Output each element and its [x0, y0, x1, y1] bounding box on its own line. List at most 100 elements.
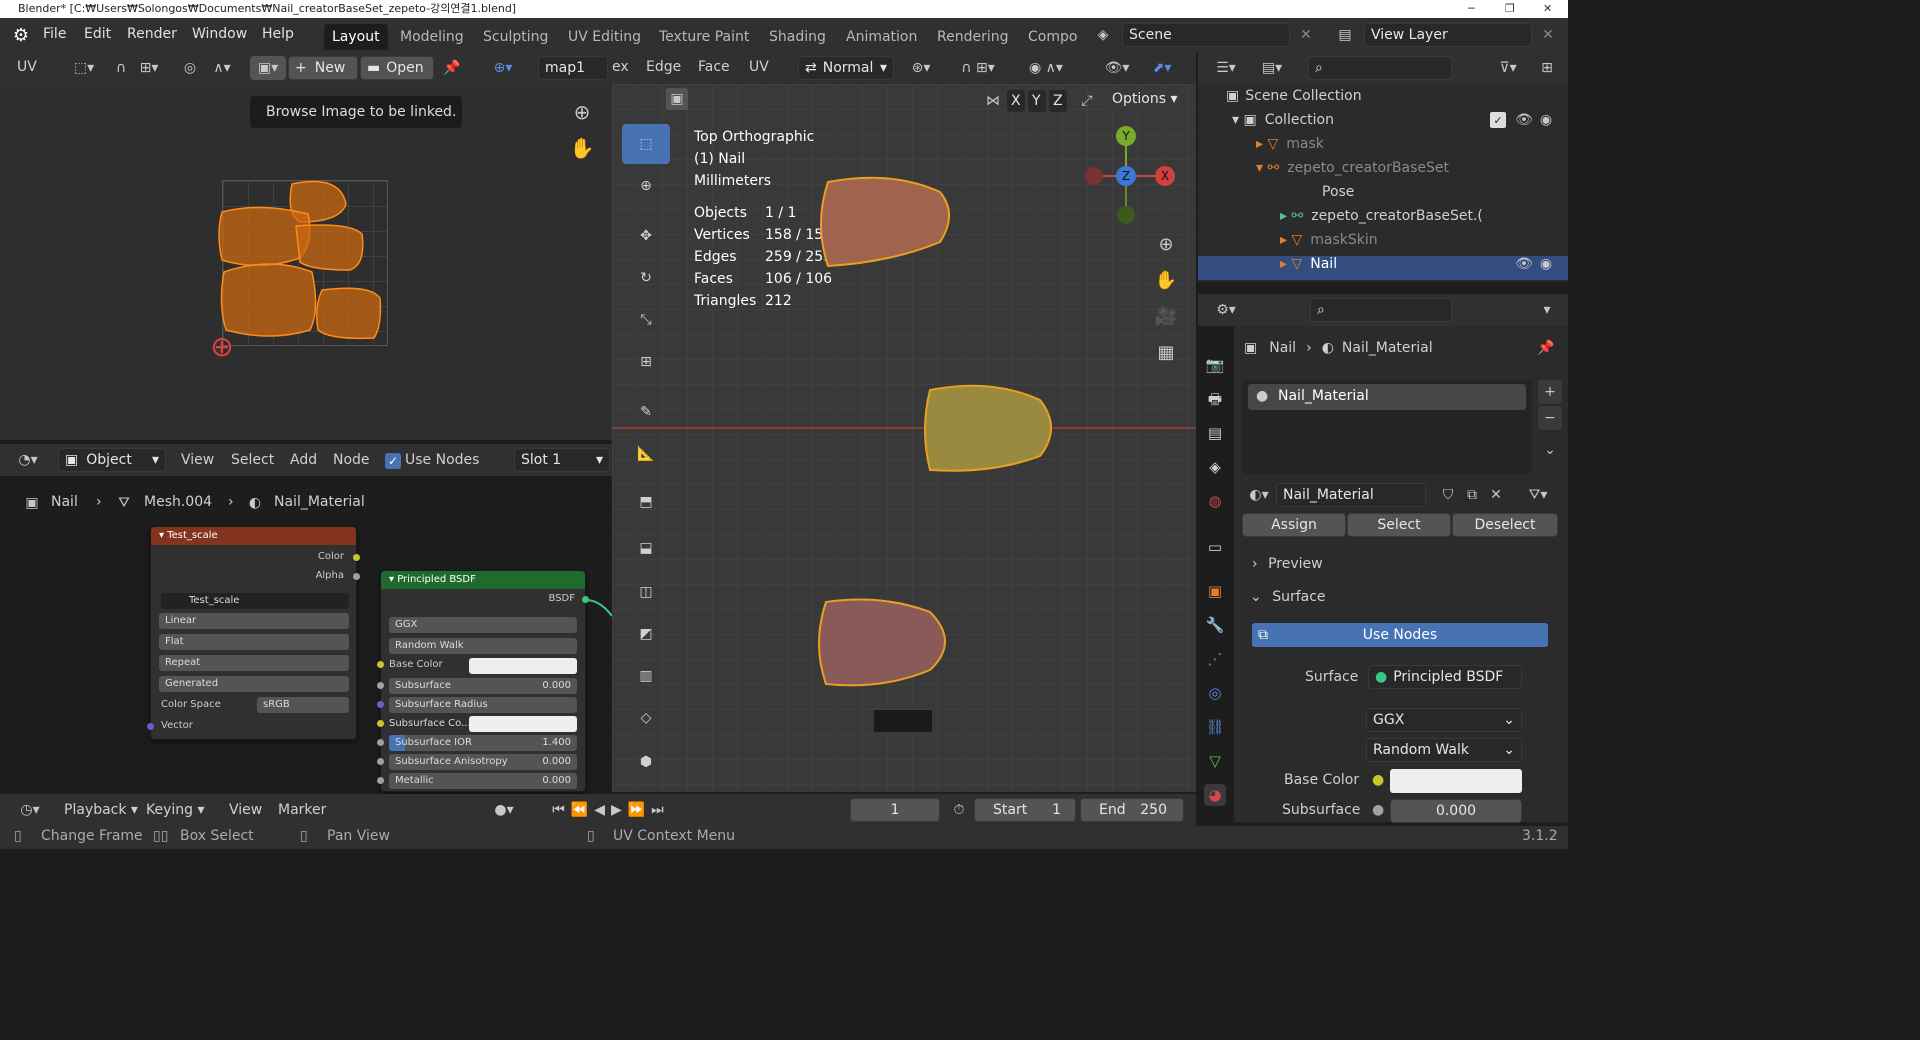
menu-file[interactable]: File	[43, 26, 66, 42]
tool-move-icon[interactable]: ✥	[622, 216, 670, 256]
collection-checkbox[interactable]: ✓	[1490, 112, 1506, 128]
auto-merge-icon[interactable]: ⤢	[1076, 90, 1098, 112]
surface-panel-header[interactable]: ⌄ Surface	[1250, 589, 1326, 605]
menu-help[interactable]: Help	[262, 26, 294, 42]
node-mode-dropdown[interactable]: ▣ Object ▾	[58, 448, 166, 472]
socket-input[interactable]	[377, 720, 384, 727]
tab-compositing[interactable]: Compo	[1020, 24, 1085, 50]
minimize-button[interactable]: ─	[1468, 0, 1475, 18]
image-browse-icon[interactable]: ▣▾	[250, 56, 286, 80]
menu-render[interactable]: Render	[127, 26, 177, 42]
browse-material-icon[interactable]: ◐▾	[1242, 487, 1276, 503]
axis-x-toggle[interactable]: X	[1006, 89, 1026, 113]
menu-window[interactable]: Window	[192, 26, 247, 42]
outliner-collection[interactable]: ▾ ▣ Collection	[1232, 112, 1334, 128]
duplicate-material-icon[interactable]: ⧉	[1462, 484, 1482, 506]
outliner-type-icon[interactable]: ☰▾	[1206, 56, 1246, 80]
slot-dropdown[interactable]: Slot 1 ▾	[514, 448, 610, 472]
tool-annotate-icon[interactable]: ✎	[622, 392, 670, 432]
gizmo-z-button[interactable]: Z	[1116, 166, 1136, 186]
zoom-icon[interactable]: ⊕	[566, 96, 598, 128]
menu-edit[interactable]: Edit	[84, 26, 111, 42]
new-collection-icon[interactable]: ⊞	[1534, 56, 1560, 80]
tool-knife-icon[interactable]: ◇	[622, 698, 670, 738]
start-frame-field[interactable]: Start 1	[974, 798, 1076, 822]
snap-icon[interactable]: ∩	[110, 56, 132, 80]
pan-view-icon[interactable]: ✋	[1152, 266, 1180, 294]
open-image-button[interactable]: ▬ Open	[360, 56, 434, 80]
maximize-button[interactable]: ❐	[1505, 0, 1515, 18]
navigation-gizmo[interactable]: Y Z X	[1076, 124, 1176, 224]
view-layer-field[interactable]: View Layer	[1364, 23, 1532, 47]
node-menu-node[interactable]: Node	[333, 452, 370, 468]
projection-dropdown[interactable]: Flat	[159, 634, 349, 650]
nail-render-camera-icon[interactable]: ◉	[1536, 254, 1556, 274]
color-space-dropdown[interactable]: sRGB	[257, 697, 349, 713]
viewport-menu-uv[interactable]: UV	[749, 59, 769, 75]
node-header[interactable]: ▾ Principled BSDF	[381, 571, 585, 589]
fake-user-icon[interactable]: ⛉	[1438, 484, 1458, 506]
zoom-view-icon[interactable]: ⊕	[1152, 230, 1180, 258]
preview-range-icon[interactable]: ⏱	[948, 798, 970, 822]
particles-tab-icon[interactable]: ⋰	[1204, 648, 1226, 670]
distribution-dropdown[interactable]: GGX ⌄	[1366, 708, 1522, 732]
snap-target-icon[interactable]: ⊞▾	[134, 56, 164, 80]
tool-inset-icon[interactable]: ◫	[622, 572, 670, 612]
tool-extrude-icon[interactable]: ⬓	[622, 528, 670, 568]
visibility-icon[interactable]: 👁▾	[1098, 56, 1136, 80]
scene-field[interactable]: Scene	[1122, 23, 1290, 47]
gizmo-neg-y[interactable]	[1117, 206, 1135, 224]
link-mode-icon[interactable]: ⛛▾	[1518, 484, 1558, 506]
render-camera-icon[interactable]: ◉	[1536, 110, 1556, 130]
base-color-swatch[interactable]	[1390, 769, 1522, 793]
timeline-menu-view[interactable]: View	[229, 802, 262, 818]
editor-type-icon[interactable]: ◔▾	[8, 448, 48, 472]
assign-button[interactable]: Assign	[1242, 513, 1346, 537]
tool-poly-build-icon[interactable]: ⬢	[622, 740, 670, 784]
playback-controls[interactable]: ⏮⏪◀▶⏩⏭	[538, 798, 684, 822]
outliner-scene-collection[interactable]: ▣ Scene Collection	[1226, 88, 1362, 104]
socket-input[interactable]	[377, 739, 384, 746]
world-tab-icon[interactable]: ◍	[1204, 490, 1226, 512]
outliner-search-input[interactable]: ⌕	[1308, 56, 1452, 80]
uv-sync-icon[interactable]: ⊕▾	[480, 56, 526, 80]
remove-slot-button[interactable]: −	[1538, 406, 1562, 430]
node-menu-view[interactable]: View	[181, 452, 214, 468]
deselect-button[interactable]: Deselect	[1452, 513, 1558, 537]
nail-mesh-3[interactable]	[812, 594, 972, 694]
display-mode-icon[interactable]: ▤▾	[1252, 56, 1292, 80]
select-button[interactable]: Select	[1347, 513, 1451, 537]
uv-editor-canvas[interactable]: Browse Image to be linked. ⊕ ⊕ ✋	[0, 84, 612, 440]
object-tab-icon[interactable]: ▣	[1204, 580, 1226, 602]
unlink-material-icon[interactable]: ✕	[1486, 484, 1506, 506]
options-dropdown[interactable]: Options ▾	[1106, 88, 1186, 112]
interpolation-dropdown[interactable]: Linear	[159, 613, 349, 629]
nail-visibility-eye-icon[interactable]: 👁	[1514, 254, 1534, 274]
outliner-armature[interactable]: ▾ ⚯ zepeto_creatorBaseSet	[1256, 160, 1449, 176]
nail-mesh-2[interactable]	[922, 380, 1082, 480]
pivot-point-icon[interactable]: ⊛▾	[902, 56, 940, 80]
socket-input[interactable]	[377, 777, 384, 784]
nail-mesh-1[interactable]	[812, 174, 972, 274]
scene-remove-icon[interactable]: ✕	[1296, 24, 1316, 46]
add-slot-button[interactable]: +	[1538, 380, 1562, 404]
gizmo-neg-x[interactable]	[1085, 167, 1103, 185]
scene-tab-icon[interactable]: ◈	[1204, 456, 1226, 478]
pin-icon[interactable]: 📌	[440, 56, 464, 80]
outliner-pose[interactable]: Pose	[1322, 184, 1354, 200]
end-frame-field[interactable]: End 250	[1080, 798, 1184, 822]
output-tab-icon[interactable]: 🖶	[1204, 388, 1226, 410]
socket-alpha[interactable]	[353, 573, 360, 580]
tab-shading[interactable]: Shading	[761, 24, 834, 50]
viewport-menu-ex[interactable]: ex	[612, 59, 629, 75]
filter-icon[interactable]: ⊽▾	[1488, 56, 1528, 80]
tab-uv-editing[interactable]: UV Editing	[560, 24, 649, 50]
tool-measure-icon[interactable]: 📐	[622, 434, 670, 474]
tool-transform-icon[interactable]: ⊞	[622, 342, 670, 382]
current-frame-field[interactable]: 1	[850, 798, 940, 822]
outliner-mask[interactable]: ▸ ▽ mask	[1256, 136, 1324, 152]
tab-modeling[interactable]: Modeling	[392, 24, 472, 50]
close-window-button[interactable]: ✕	[1543, 0, 1552, 18]
tool-bevel-icon[interactable]: ◩	[622, 614, 670, 654]
socket-base-color[interactable]	[377, 661, 384, 668]
